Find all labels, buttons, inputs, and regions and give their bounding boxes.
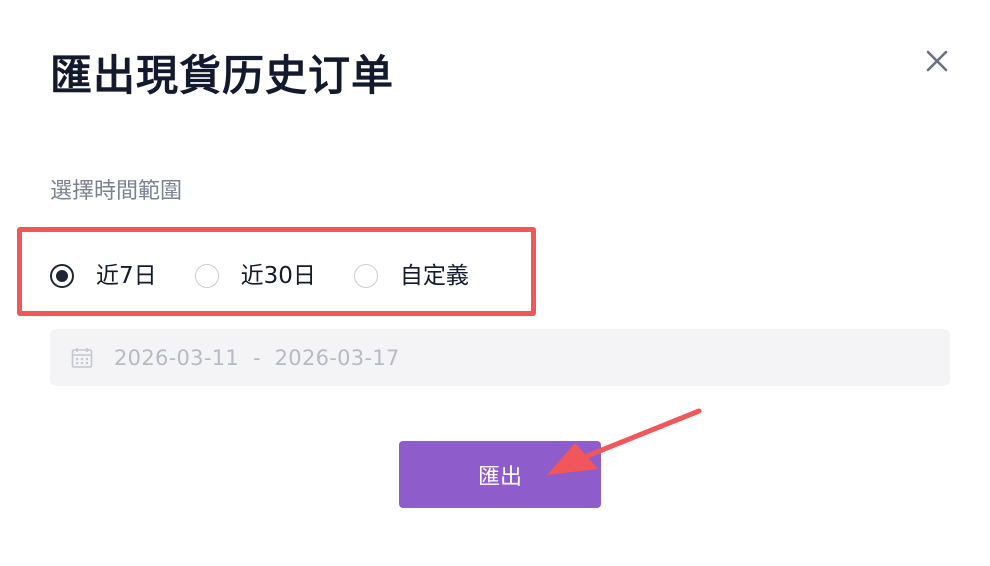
end-date: 2026-03-17 — [274, 345, 400, 370]
radio-option-custom[interactable]: 自定義 — [353, 261, 469, 291]
calendar-icon — [70, 346, 94, 370]
export-dialog: 匯出現貨历史订单 選擇時間範圍 近7日 近30日 自定義 2026-03-11 … — [0, 0, 990, 566]
radio-option-30-days[interactable]: 近30日 — [194, 261, 316, 291]
radio-checked-icon[interactable] — [50, 264, 74, 288]
time-range-label: 選擇時間範圍 — [50, 179, 183, 204]
radio-label: 自定義 — [399, 263, 469, 289]
time-range-radio-group: 近7日 近30日 自定義 — [50, 258, 507, 294]
radio-label: 近7日 — [96, 263, 157, 289]
close-icon[interactable] — [920, 44, 954, 78]
dialog-title: 匯出現貨历史订单 — [50, 51, 395, 100]
date-range-field: 2026-03-11 - 2026-03-17 — [50, 329, 950, 386]
radio-label: 近30日 — [240, 263, 316, 289]
date-separator: - — [253, 345, 261, 370]
radio-unchecked-icon[interactable] — [353, 264, 378, 288]
start-date: 2026-03-11 — [114, 345, 240, 370]
export-button[interactable]: 匯出 — [399, 441, 601, 508]
radio-option-7-days[interactable]: 近7日 — [50, 261, 157, 291]
radio-unchecked-icon[interactable] — [194, 264, 219, 288]
